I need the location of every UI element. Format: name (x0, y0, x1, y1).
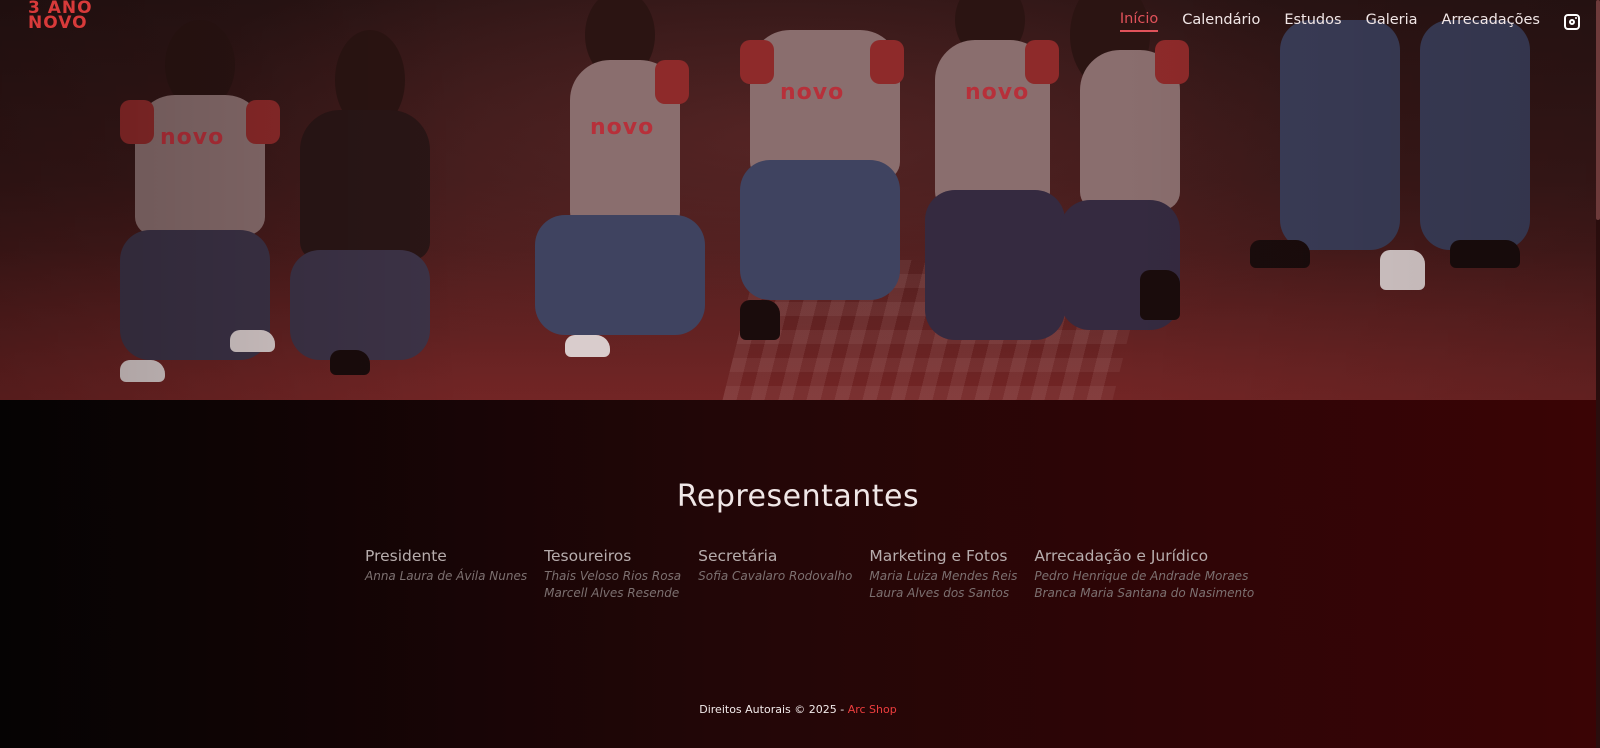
rep-role: Arrecadação e Jurídico (1034, 547, 1209, 565)
footer-copyright: Direitos Autorais © 2025 - (699, 703, 848, 716)
footer: Direitos Autorais © 2025 - Arc Shop (0, 703, 1596, 716)
rep-name: Marcell Alves Resende (544, 586, 680, 600)
rep-name: Sofia Cavalaro Rodovalho (698, 569, 853, 583)
rep-group-arrecadacao: Arrecadação e Jurídico Pedro Henrique de… (1034, 547, 1254, 602)
rep-role: Secretária (698, 547, 778, 565)
nav-link-calendario[interactable]: Calendário (1182, 12, 1260, 31)
nav-link-galeria[interactable]: Galeria (1366, 12, 1418, 31)
rep-name: Anna Laura de Ávila Nunes (365, 569, 528, 583)
representatives-list: Presidente Anna Laura de Ávila Nunes Tes… (365, 547, 1254, 602)
rep-group-presidente: Presidente Anna Laura de Ávila Nunes (365, 547, 527, 602)
page-scrollbar[interactable] (1596, 0, 1600, 748)
rep-name: Maria Luiza Mendes Reis (869, 569, 1018, 583)
section-title: Representantes (676, 479, 920, 514)
rep-name: Thais Veloso Rios Rosa (544, 569, 682, 583)
rep-name: Branca Maria Santana do Nasimento (1034, 586, 1255, 600)
hero-shade (0, 0, 1596, 400)
representatives-section: Representantes Presidente Anna Laura de … (0, 400, 1596, 748)
rep-group-tesoureiros: Tesoureiros Thais Veloso Rios Rosa Marce… (544, 547, 681, 602)
main-nav: Início Calendário Estudos Galeria Arreca… (1096, 11, 1580, 32)
instagram-icon[interactable] (1564, 13, 1580, 30)
rep-name: Pedro Henrique de Andrade Moraes (1034, 569, 1249, 583)
nav-link-estudos[interactable]: Estudos (1284, 12, 1341, 31)
rep-group-secretaria: Secretária Sofia Cavalaro Rodovalho (698, 547, 852, 602)
nav-link-inicio[interactable]: Início (1119, 11, 1159, 32)
footer-brand-link[interactable]: Arc Shop (848, 703, 897, 716)
rep-role: Tesoureiros (544, 547, 632, 565)
rep-group-marketing: Marketing e Fotos Maria Luiza Mendes Rei… (869, 547, 1017, 602)
rep-role: Marketing e Fotos (869, 547, 1008, 565)
rep-name: Laura Alves dos Santos (869, 586, 1010, 600)
nav-link-arrecadacoes[interactable]: Arrecadações (1442, 12, 1540, 31)
scrollbar-thumb[interactable] (1596, 0, 1600, 220)
hero-photo: novo novo novo novo (0, 0, 1596, 400)
site-logo[interactable]: 3 ANO NOVO (28, 0, 93, 33)
rep-role: Presidente (365, 547, 447, 565)
logo-line-2: NOVO (28, 13, 88, 33)
